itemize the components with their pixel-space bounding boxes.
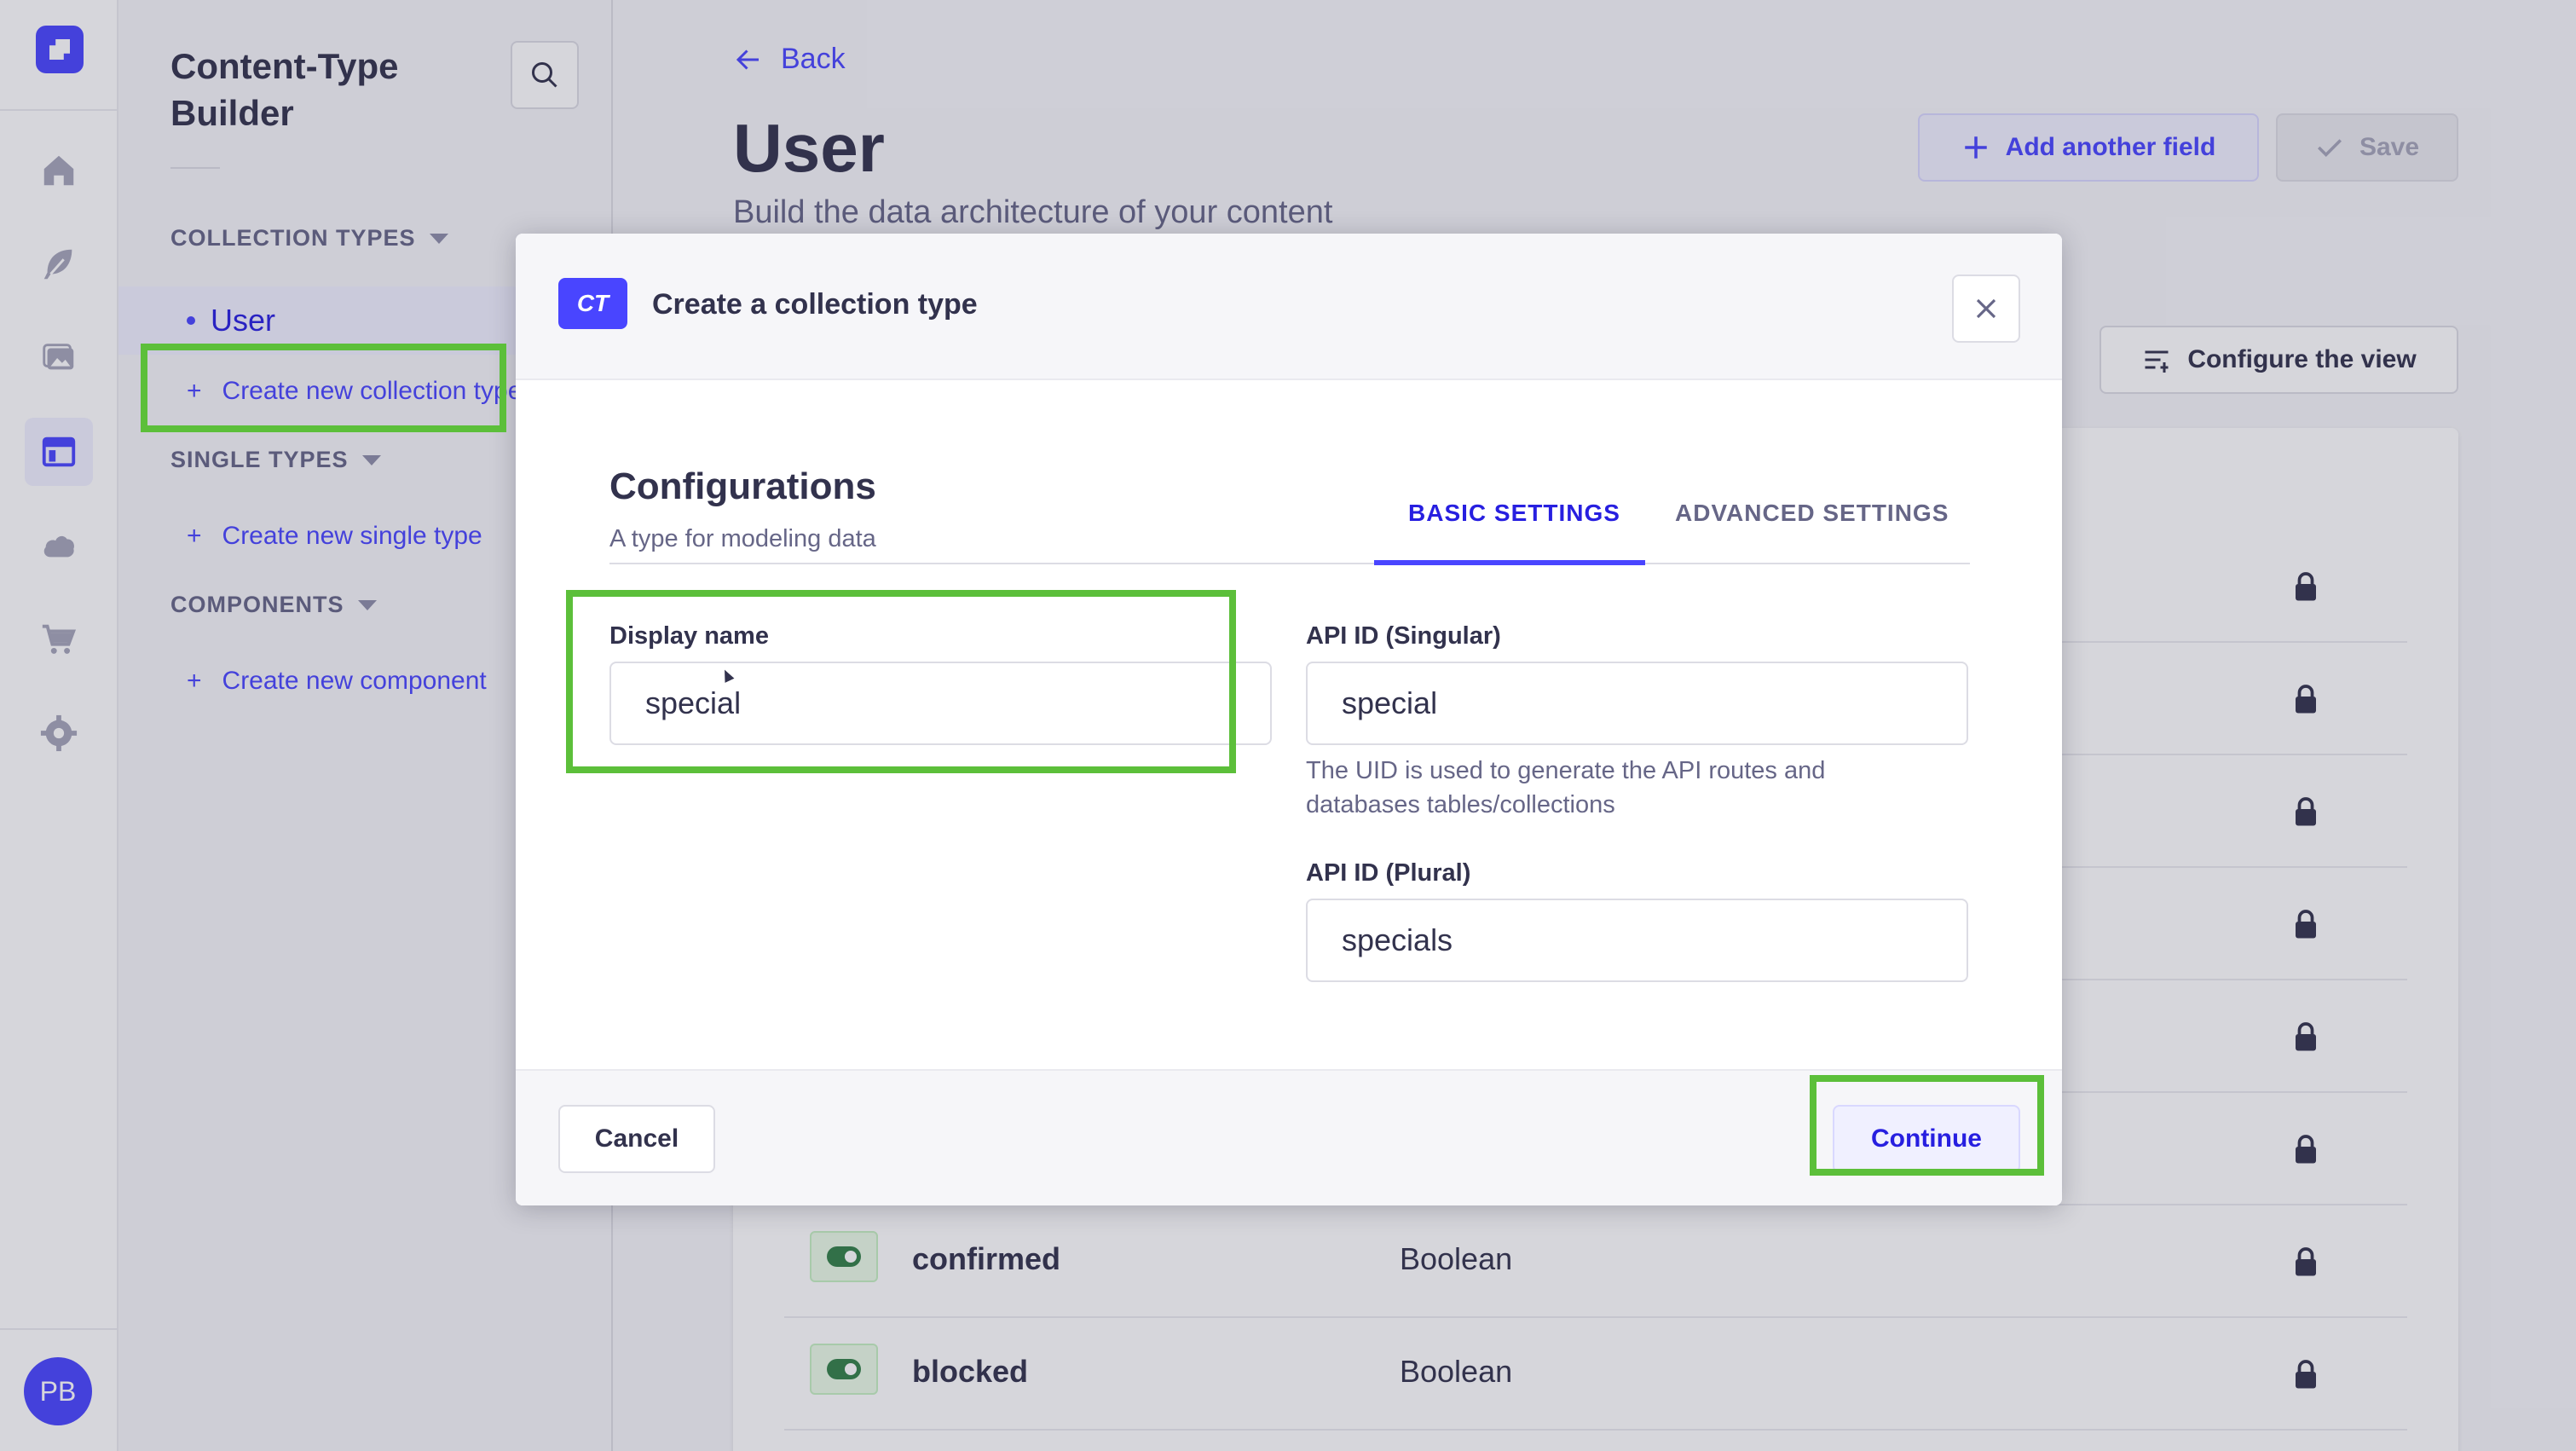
- api-id-hint: The UID is used to generate the API rout…: [1306, 757, 1826, 818]
- modal-header: CT Create a collection type: [516, 234, 2062, 380]
- cancel-button[interactable]: Cancel: [558, 1105, 715, 1173]
- highlight-display-name: [566, 590, 1236, 773]
- tabs-divider: [609, 563, 1970, 564]
- api-id-plural-label: API ID (Plural): [1306, 859, 1471, 887]
- tab-basic-settings[interactable]: BASIC SETTINGS: [1408, 500, 1620, 527]
- highlight-continue: [1810, 1075, 2044, 1176]
- tab-advanced-settings[interactable]: ADVANCED SETTINGS: [1675, 500, 1949, 527]
- api-id-singular-input[interactable]: special: [1306, 662, 1968, 745]
- configurations-subtitle: A type for modeling data: [609, 525, 876, 552]
- api-id-singular-label: API ID (Singular): [1306, 622, 1501, 650]
- highlight-create-collection: [141, 344, 506, 432]
- close-icon: [1976, 298, 1996, 319]
- api-id-plural-input[interactable]: specials: [1306, 899, 1968, 982]
- content-type-badge: CT: [558, 278, 627, 329]
- active-tab-indicator: [1374, 560, 1645, 565]
- configurations-title: Configurations: [609, 465, 876, 507]
- modal-title: Create a collection type: [652, 288, 978, 321]
- close-button[interactable]: [1952, 275, 2020, 343]
